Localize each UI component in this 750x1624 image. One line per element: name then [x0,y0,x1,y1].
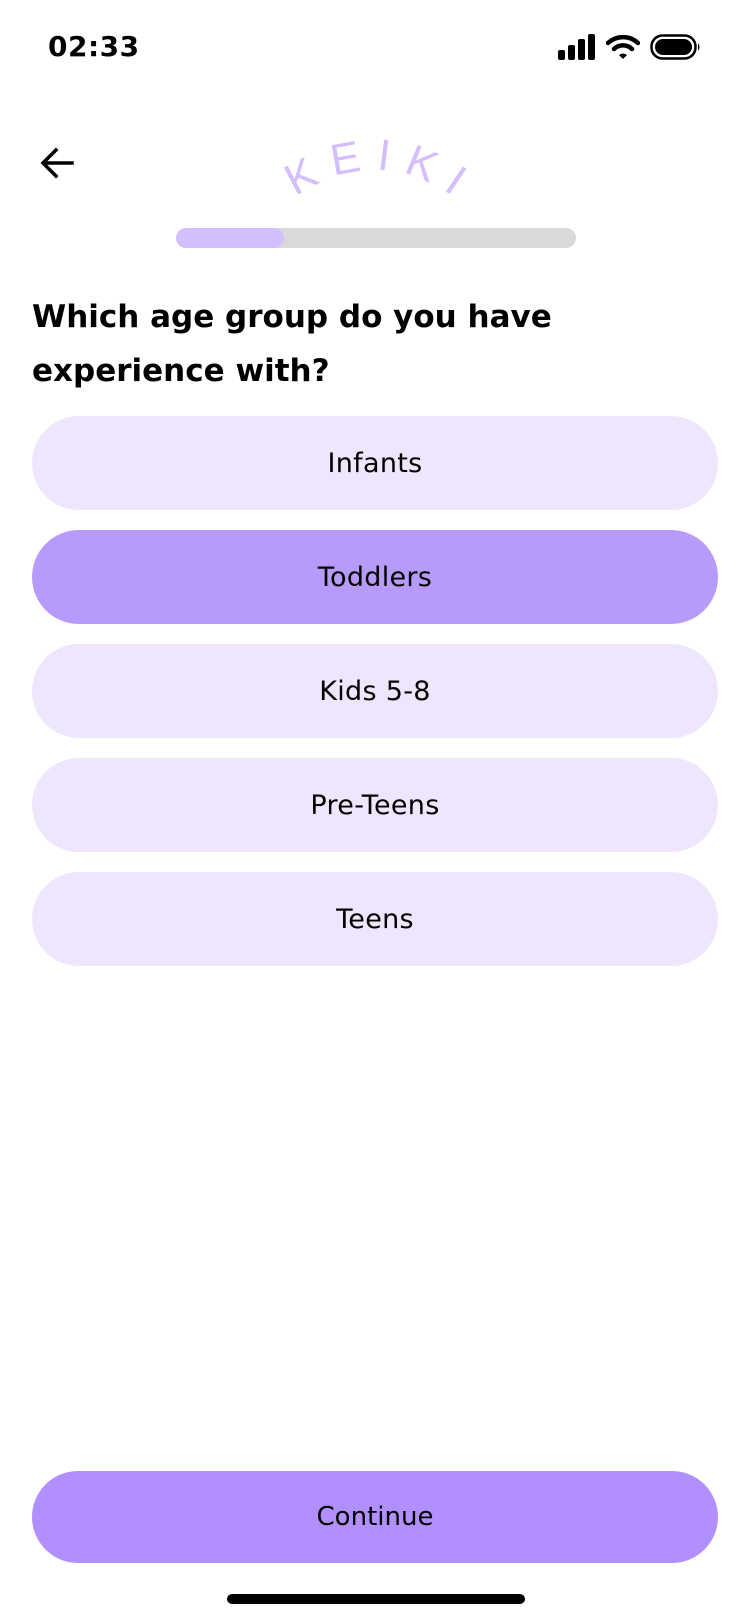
wifi-icon [606,34,640,59]
option-pre-teens[interactable]: Pre-Teens [32,758,718,852]
status-time: 02:33 [48,30,140,63]
option-kids-5-8[interactable]: Kids 5-8 [32,644,718,738]
signal-icon [558,34,595,60]
arrow-left-icon [40,147,74,179]
continue-button[interactable]: Continue [32,1471,718,1563]
question-title: Which age group do you have experience w… [32,299,552,389]
progress-fill [176,228,284,248]
progress-bar [176,228,576,248]
back-button[interactable] [36,140,80,184]
battery-icon [650,34,700,60]
option-infants[interactable]: Infants [32,416,718,510]
keiki-logo: KEIKI [277,130,475,210]
svg-text:KEIKI: KEIKI [277,130,475,210]
status-icons [558,34,702,60]
option-toddlers[interactable]: Toddlers [32,530,718,624]
option-teens[interactable]: Teens [32,872,718,966]
logo-text: KEIKI [277,130,472,210]
home-indicator [227,1594,525,1604]
